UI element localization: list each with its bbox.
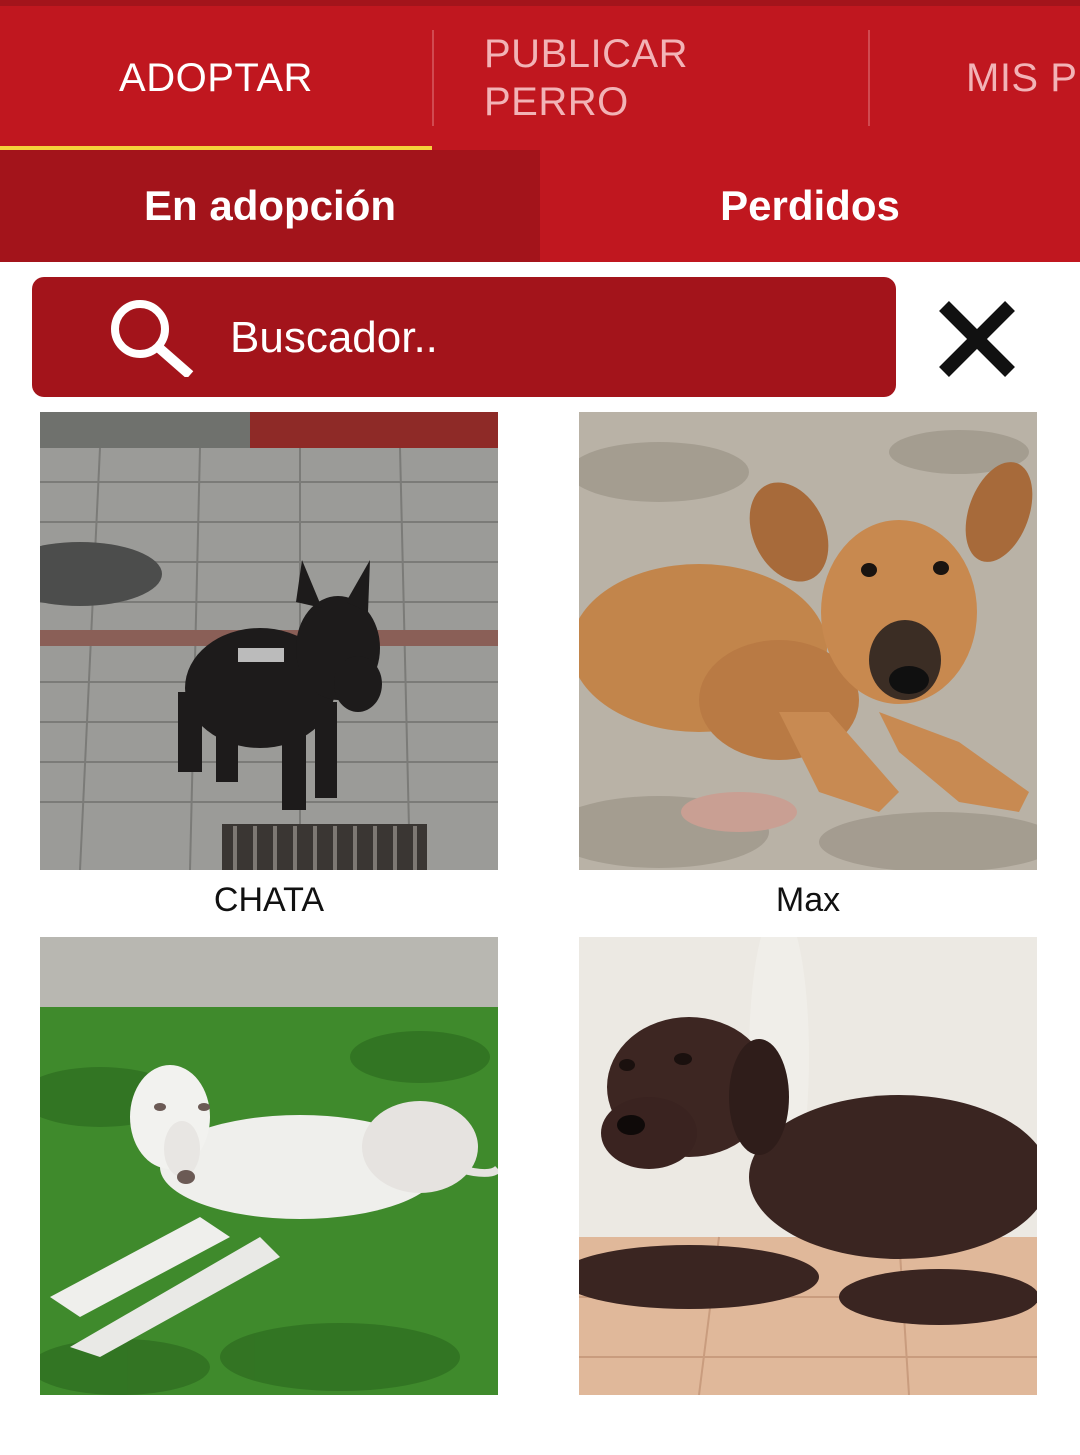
dog-card[interactable] <box>579 937 1037 1455</box>
search-bar <box>32 277 896 397</box>
dog-photo-4 <box>579 937 1037 1395</box>
tab-adoptar[interactable]: ADOPTAR <box>0 6 432 150</box>
tab-publicar-label-line2: PERRO <box>484 80 629 124</box>
tab-divider <box>868 30 870 126</box>
search-input[interactable] <box>228 305 872 371</box>
dog-card[interactable] <box>40 937 498 1455</box>
main-tab-bar: ADOPTAR PUBLICAR PERRO MIS PERROS <box>0 6 1080 150</box>
dog-name <box>579 1395 1037 1455</box>
subtab-perdidos[interactable]: Perdidos <box>540 150 1080 262</box>
dog-name: Max <box>775 880 841 919</box>
subtab-en-adopcion[interactable]: En adopción <box>0 150 540 262</box>
dog-card[interactable]: CHATA <box>40 412 498 930</box>
tab-mis-perros[interactable]: MIS PERROS <box>966 6 1080 150</box>
tab-mis-perros-label: MIS PERROS <box>966 55 1080 100</box>
dog-card[interactable]: Max <box>579 412 1037 930</box>
close-icon[interactable] <box>932 294 1022 384</box>
subtab-perdidos-label: Perdidos <box>720 182 900 229</box>
sub-tab-bar: En adopción Perdidos <box>0 150 1080 262</box>
dog-name <box>40 1395 498 1455</box>
dog-photo-max <box>579 412 1037 870</box>
dog-name: CHATA <box>213 880 325 919</box>
search-icon[interactable] <box>102 297 202 377</box>
tab-adoptar-label: ADOPTAR <box>119 55 313 100</box>
tab-divider <box>432 30 434 126</box>
dog-photo-chata <box>40 412 498 870</box>
subtab-en-adopcion-label: En adopción <box>144 182 396 229</box>
tab-publicar-perro[interactable]: PUBLICAR PERRO <box>484 6 864 150</box>
dog-photo-3 <box>40 937 498 1395</box>
tab-publicar-label-line1: PUBLICAR <box>484 32 689 76</box>
